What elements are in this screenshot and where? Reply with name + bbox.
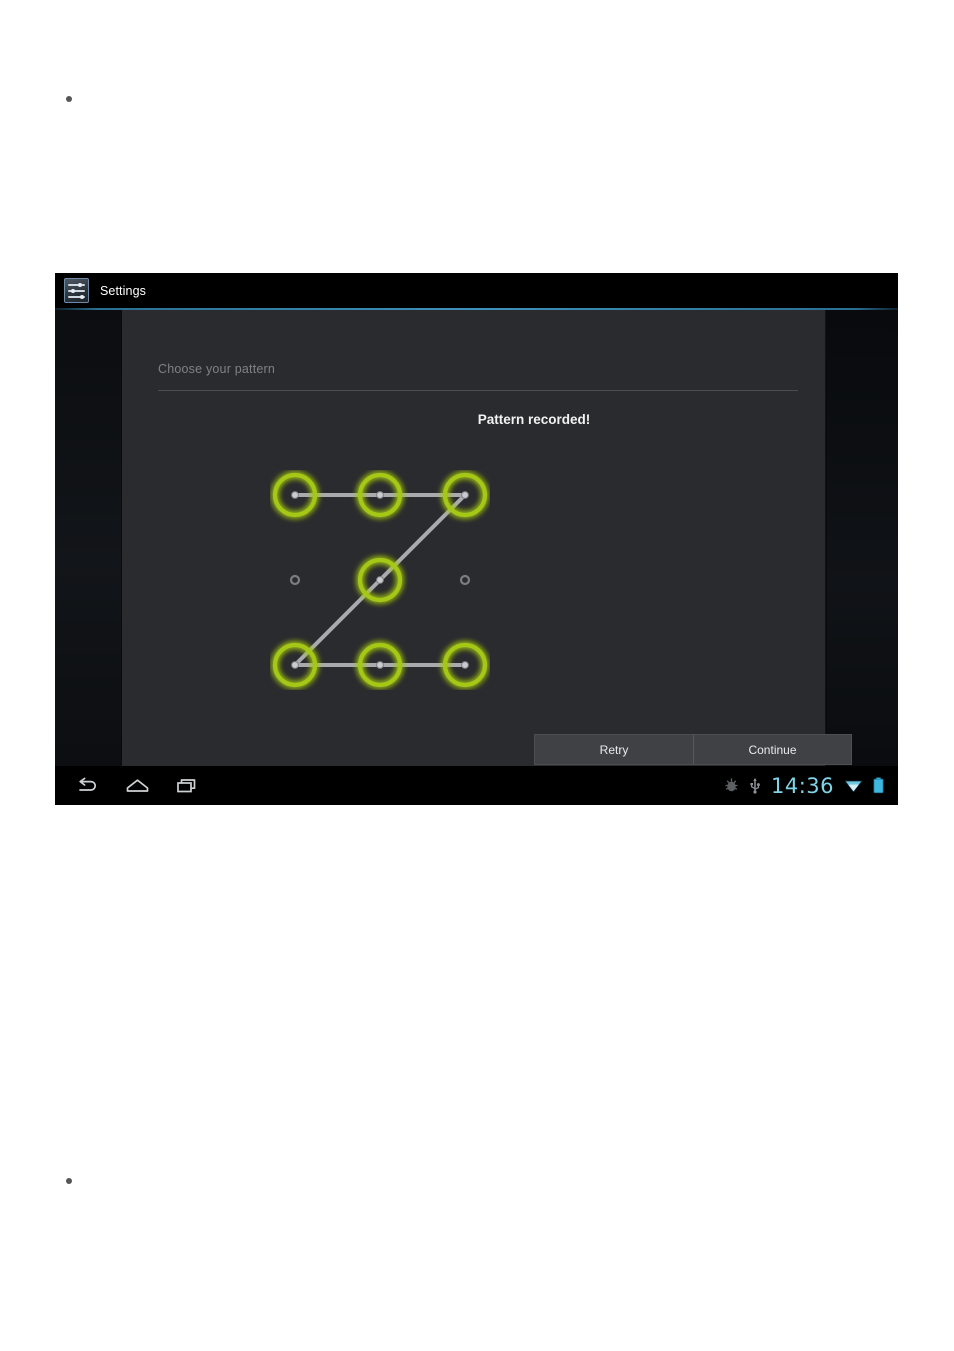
panel-divider [158, 390, 798, 391]
continue-button[interactable]: Continue [693, 735, 851, 764]
retry-button[interactable]: Retry [535, 735, 693, 764]
settings-sliders-icon [64, 278, 89, 303]
nav-buttons-group [55, 777, 199, 795]
left-rail [55, 310, 121, 766]
pattern-lock-svg[interactable] [270, 470, 490, 690]
usb-icon[interactable] [749, 777, 761, 794]
bullet-top [66, 96, 72, 102]
pattern-setup-panel: Choose your pattern Pattern recorded! Re… [122, 310, 852, 766]
panel-header: Choose your pattern [158, 362, 276, 376]
home-icon[interactable] [125, 777, 150, 795]
app-title: Settings [100, 283, 146, 298]
status-message: Pattern recorded! [477, 412, 591, 427]
battery-icon[interactable] [873, 777, 884, 794]
settings-body: Choose your pattern Pattern recorded! Re… [55, 310, 898, 766]
android-action-bar: Settings [55, 273, 898, 308]
right-rail [827, 310, 898, 766]
pattern-action-buttons: Retry Continue [534, 734, 852, 765]
tablet-screenshot: Settings Choose your pattern Pattern rec… [55, 273, 898, 805]
document-page: Settings Choose your pattern Pattern rec… [0, 0, 954, 1351]
bullet-bottom [66, 1178, 72, 1184]
system-status-group: 14:36 [724, 774, 898, 798]
recent-apps-icon[interactable] [176, 777, 199, 795]
android-debug-icon[interactable] [724, 777, 739, 794]
wifi-icon[interactable] [844, 778, 863, 793]
pattern-lock-grid[interactable] [270, 470, 490, 690]
android-navigation-bar: 14:36 [55, 766, 898, 805]
status-clock: 14:36 [770, 773, 834, 798]
back-arrow-icon[interactable] [76, 777, 99, 795]
